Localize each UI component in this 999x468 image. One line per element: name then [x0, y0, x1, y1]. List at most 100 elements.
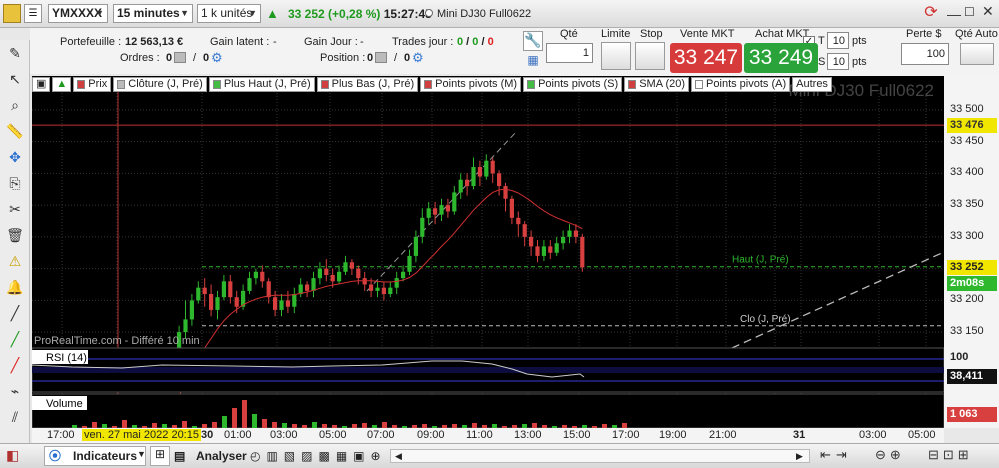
portefeuille-label: Portefeuille :: [60, 36, 122, 48]
candle-body: [561, 236, 566, 244]
zoom-icons[interactable]: ⊖⊕: [875, 447, 905, 463]
legend-item[interactable]: Plus Bas (J, Pré): [316, 77, 419, 92]
top-toolbar: YMXXXX ▼ 15 minutes ▼ 1 k unités ▼ ☰ ▲ 33 2…: [0, 0, 999, 28]
bell-icon[interactable]: 🔔: [4, 276, 26, 298]
t-input[interactable]: 10: [827, 32, 849, 49]
legend-item[interactable]: SMA (20): [624, 77, 690, 92]
close-icon[interactable]: ✕: [982, 3, 994, 20]
indicateurs-button[interactable]: ⦿ Indicateurs: [44, 446, 146, 466]
candle-body: [458, 179, 463, 193]
qte-input[interactable]: 1: [546, 43, 593, 63]
x-tick-label: 30: [201, 429, 214, 441]
source-text: ProRealTime.com - Différé 10 min: [34, 335, 200, 347]
ruler-icon[interactable]: 📏: [4, 120, 26, 142]
vente-label: Vente MKT: [680, 28, 735, 40]
scroll-left-icon[interactable]: ◀: [395, 451, 402, 462]
timeframe-dropdown[interactable]: 15 minutes ▼: [113, 4, 193, 23]
scroll-right-icon[interactable]: ▶: [796, 451, 803, 462]
path-tool-icon[interactable]: ⌁: [4, 380, 26, 402]
x-tick-label: 09:00: [417, 429, 445, 441]
chart-area[interactable]: Mini DJ30 Full0622 Haut (J, Pré) Clo (J, P…: [31, 76, 945, 429]
minimize-icon[interactable]: —: [947, 6, 961, 22]
status-dot-icon: [425, 9, 433, 17]
chart-type-icon[interactable]: ◧: [6, 447, 26, 465]
stop-button[interactable]: [635, 42, 665, 70]
gear-icon[interactable]: ⚙: [211, 50, 223, 66]
candle-body: [369, 284, 374, 291]
line-tool-icon[interactable]: ╱: [4, 302, 26, 324]
rsi-top-value: 100: [947, 350, 997, 365]
buy-market-button[interactable]: 33 249: [744, 43, 818, 73]
orders-icon[interactable]: [174, 52, 186, 63]
collapse-icon[interactable]: ▲: [52, 77, 72, 92]
green-line-icon[interactable]: ╱: [4, 328, 26, 350]
alert-icon[interactable]: ⚠: [4, 250, 26, 272]
price-axis[interactable]: 33 50033 45033 40033 35033 30033 25033 2…: [944, 76, 999, 428]
instrument-name: Mini DJ30 Full0622: [437, 8, 532, 20]
volume-bar: [182, 421, 187, 428]
x-tick-label: 11:00: [466, 429, 493, 441]
volume-value-tag: 1 063: [947, 407, 997, 422]
candle-body: [401, 271, 406, 279]
legend-label: Autres: [796, 78, 828, 90]
cursor-icon[interactable]: ↖: [4, 68, 26, 90]
candle-body: [375, 287, 380, 291]
move-icon[interactable]: ✥: [4, 146, 26, 168]
symbol-dropdown[interactable]: YMXXXX ▼: [48, 4, 108, 23]
candle-body: [535, 246, 540, 256]
trash-icon[interactable]: 🗑: [4, 224, 26, 246]
candle-body: [407, 255, 412, 272]
legend-item[interactable]: Points pivots (A): [691, 77, 791, 92]
legend-item[interactable]: Prix: [73, 77, 112, 92]
legend-item[interactable]: Points pivots (S): [523, 77, 623, 92]
view-icons[interactable]: ⊟⊡⊞: [928, 447, 973, 463]
tools-icon[interactable]: ✂: [4, 198, 26, 220]
limite-button[interactable]: [601, 42, 631, 70]
qte-auto-button[interactable]: [960, 43, 994, 65]
legend-item[interactable]: Plus Haut (J, Pré): [208, 77, 315, 92]
candle-body: [465, 179, 470, 187]
s-label: S: [818, 56, 826, 68]
sell-market-button[interactable]: 33 247: [670, 43, 742, 73]
chevron-down-icon: ▼: [95, 8, 104, 18]
position-icon[interactable]: [375, 52, 387, 63]
s-input[interactable]: 10: [827, 53, 849, 70]
list-icon[interactable]: ☰: [24, 4, 42, 23]
chevron-down-icon[interactable]: ▼: [137, 449, 146, 459]
maximize-icon[interactable]: ☐: [964, 5, 975, 19]
instrument-type-icon[interactable]: [3, 4, 21, 23]
copy-icon[interactable]: ⎘: [4, 172, 26, 194]
legend-item[interactable]: Clôture (J, Pré): [113, 77, 207, 92]
qte-auto-label: Qté Auto: [955, 28, 998, 40]
gear-icon[interactable]: ⚙: [412, 50, 424, 66]
position-label: Position :: [320, 52, 366, 64]
time-axis[interactable]: 17:00 30 01:00 03:00 05:00 07:00 09:00 11:00 13:…: [32, 428, 944, 443]
nav-icons[interactable]: ⇤⇥: [820, 447, 852, 463]
analyser-button[interactable]: ▤ Analyser: [172, 446, 247, 466]
legend-item[interactable]: Points pivots (M): [420, 77, 522, 92]
sync-icon[interactable]: ⟳: [920, 2, 942, 24]
keypad-icon[interactable]: ▦: [523, 53, 543, 71]
timeframe-label: 15 minutes: [117, 6, 180, 20]
s-pts-label: pts: [852, 56, 867, 68]
red-line-icon[interactable]: ╱: [4, 354, 26, 376]
countdown-tag: 2m08s: [947, 276, 997, 292]
perte-input[interactable]: 100: [901, 43, 949, 65]
grid-toggle-icon[interactable]: ▣: [32, 77, 51, 92]
tool-icons-row[interactable]: ◴▥▧▨▩▦▣⊕: [250, 449, 387, 463]
stop-label: Stop: [640, 28, 663, 40]
candle-body: [311, 278, 316, 291]
achat-label: Achat MKT: [755, 28, 810, 40]
candle-body: [381, 287, 386, 295]
channel-tool-icon[interactable]: ⫽: [4, 406, 26, 428]
zoom-icon[interactable]: ⌕: [4, 94, 26, 116]
grid-icon[interactable]: ⊞: [150, 446, 170, 466]
scrollbar[interactable]: ◀ ▶: [390, 449, 810, 463]
candle-body: [413, 236, 418, 256]
position-value: 0: [367, 52, 374, 64]
legend-item[interactable]: Autres: [792, 77, 832, 92]
candle-body: [516, 217, 521, 225]
wrench-icon[interactable]: 🔧: [523, 31, 543, 51]
pencil-icon[interactable]: ✎: [4, 42, 26, 64]
units-dropdown[interactable]: 1 k unités ▼: [197, 4, 261, 23]
